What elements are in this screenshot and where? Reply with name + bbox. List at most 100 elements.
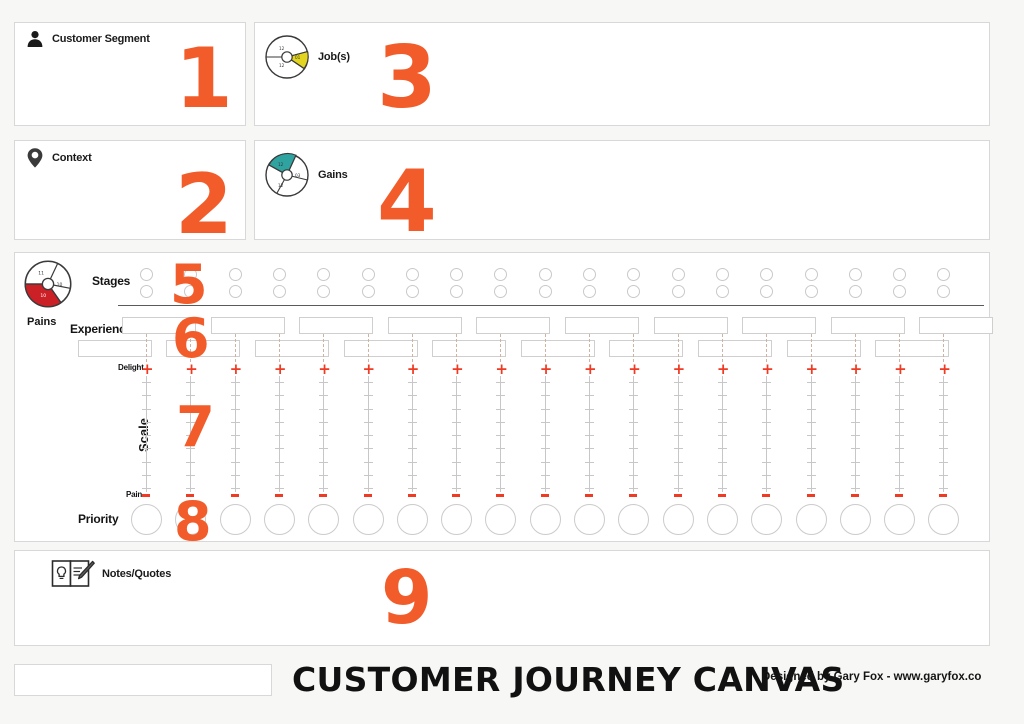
scale-delight-marker[interactable]: +	[274, 362, 287, 377]
scale-delight-marker[interactable]: +	[495, 362, 508, 377]
experience-box[interactable]	[742, 317, 817, 334]
scale-delight-marker[interactable]: +	[407, 362, 420, 377]
scale-delight-marker[interactable]: +	[938, 362, 951, 377]
scale-pain-marker[interactable]	[274, 494, 283, 497]
priority-circle[interactable]	[308, 504, 340, 535]
experience-box[interactable]	[786, 340, 861, 357]
priority-circle[interactable]	[795, 504, 827, 535]
priority-circle[interactable]	[574, 504, 605, 535]
experience-box[interactable]	[830, 317, 905, 334]
stage-dot[interactable]	[583, 268, 596, 281]
experience-box[interactable]	[697, 340, 772, 357]
stage-dot[interactable]	[893, 285, 907, 298]
scale-pain-marker[interactable]	[540, 494, 549, 497]
priority-circle[interactable]	[839, 504, 871, 535]
scale-pain-marker[interactable]	[806, 494, 815, 497]
stage-dot[interactable]	[228, 268, 242, 281]
experience-box[interactable]	[520, 340, 595, 357]
stage-dot[interactable]	[272, 268, 286, 281]
scale-pain-marker[interactable]	[363, 494, 372, 497]
stage-dot[interactable]	[848, 268, 862, 281]
priority-circle[interactable]	[751, 504, 783, 535]
experience-box[interactable]	[254, 340, 329, 357]
stage-dot[interactable]	[405, 268, 419, 281]
stage-dot[interactable]	[272, 285, 286, 298]
scale-delight-marker[interactable]: +	[850, 362, 863, 377]
scale-delight-marker[interactable]: +	[363, 362, 376, 377]
priority-circle[interactable]	[131, 504, 162, 535]
scale-delight-marker[interactable]: +	[717, 362, 730, 377]
scale-pain-marker[interactable]	[319, 494, 328, 497]
panel-customer-segment[interactable]: Customer Segment 1	[14, 22, 246, 126]
stage-dot[interactable]	[893, 268, 907, 281]
priority-circle[interactable]	[884, 504, 916, 535]
scale-pain-marker[interactable]	[585, 494, 593, 497]
experience-box[interactable]	[875, 340, 950, 357]
scale-pain-marker[interactable]	[230, 494, 239, 497]
stage-dot[interactable]	[848, 285, 862, 298]
scale-pain-marker[interactable]	[717, 494, 726, 497]
panel-jobs[interactable]: 12 12 01 Job(s) 3	[254, 22, 990, 126]
stage-dot[interactable]	[228, 285, 242, 298]
panel-gains[interactable]: 12 03 12 Gains 4	[254, 140, 990, 245]
panel-notes-quotes[interactable]: Notes/Quotes 9	[14, 550, 990, 646]
experience-box[interactable]	[210, 317, 285, 334]
footer-input-box[interactable]	[14, 664, 272, 696]
scale-pain-marker[interactable]	[142, 494, 150, 497]
experience-box[interactable]	[299, 317, 374, 334]
scale-delight-marker[interactable]: +	[806, 362, 819, 377]
experience-box[interactable]	[432, 340, 507, 357]
priority-circle[interactable]	[441, 504, 473, 535]
scale-delight-marker[interactable]: +	[761, 362, 774, 377]
scale-pain-marker[interactable]	[895, 494, 904, 497]
priority-circle[interactable]	[706, 504, 738, 535]
scale-pain-marker[interactable]	[850, 494, 859, 497]
scale-delight-marker[interactable]: +	[894, 362, 907, 377]
stage-dot[interactable]	[405, 285, 419, 298]
stage-dot[interactable]	[671, 285, 685, 298]
stage-dot[interactable]	[715, 268, 729, 281]
scale-delight-marker[interactable]: +	[318, 362, 331, 377]
priority-circle[interactable]	[529, 504, 561, 535]
stage-dot[interactable]	[450, 285, 464, 298]
scale-delight-marker[interactable]: +	[628, 362, 641, 377]
stage-dot[interactable]	[140, 285, 153, 298]
scale-pain-marker[interactable]	[762, 494, 771, 497]
experience-box[interactable]	[609, 340, 684, 357]
experience-box[interactable]	[919, 317, 994, 334]
scale-pain-marker[interactable]	[673, 494, 682, 497]
stage-dot[interactable]	[583, 285, 596, 298]
priority-circle[interactable]	[219, 504, 251, 535]
stage-dot[interactable]	[361, 268, 375, 281]
stage-dot[interactable]	[715, 285, 729, 298]
experience-box[interactable]	[653, 317, 728, 334]
scale-pain-marker[interactable]	[496, 494, 505, 497]
scale-delight-marker[interactable]: +	[141, 362, 154, 377]
scale-pain-marker[interactable]	[407, 494, 416, 497]
experience-box[interactable]	[387, 317, 462, 334]
scale-delight-marker[interactable]: +	[584, 362, 597, 377]
priority-circle[interactable]	[352, 504, 384, 535]
stage-dot[interactable]	[450, 268, 464, 281]
scale-pain-marker[interactable]	[452, 494, 461, 497]
stage-dot[interactable]	[538, 268, 552, 281]
stage-dot[interactable]	[671, 268, 685, 281]
scale-delight-marker[interactable]: +	[230, 362, 243, 377]
stage-dot[interactable]	[804, 268, 818, 281]
scale-delight-marker[interactable]: +	[673, 362, 686, 377]
priority-circle[interactable]	[396, 504, 428, 535]
experience-box[interactable]	[476, 317, 551, 334]
experience-box[interactable]	[565, 317, 639, 334]
experience-box[interactable]	[77, 340, 152, 357]
scale-delight-marker[interactable]: +	[451, 362, 464, 377]
scale-pain-marker[interactable]	[629, 494, 638, 497]
scale-pain-marker[interactable]	[939, 494, 948, 497]
stage-dot[interactable]	[804, 285, 818, 298]
stage-dot[interactable]	[361, 285, 375, 298]
panel-context[interactable]: Context 2	[14, 140, 246, 246]
priority-circle[interactable]	[662, 504, 694, 535]
experience-box[interactable]	[343, 340, 418, 357]
stage-dot[interactable]	[538, 285, 552, 298]
scale-delight-marker[interactable]: +	[540, 362, 553, 377]
priority-circle[interactable]	[263, 504, 295, 535]
